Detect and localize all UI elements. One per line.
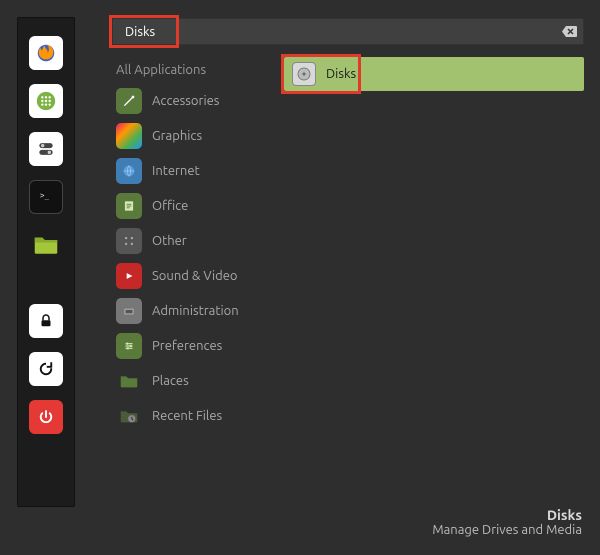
footer-subtitle: Manage Drives and Media [432,523,582,537]
panel-terminal[interactable]: >_ [29,180,63,214]
category-accessories[interactable]: Accessories [112,87,284,115]
result-disks[interactable]: Disks [284,57,584,91]
search-input[interactable] [125,25,562,39]
internet-icon [116,158,142,184]
sound-video-icon [116,263,142,289]
svg-text:>_: >_ [40,191,50,200]
categories-column: All Applications Accessories Graphics [112,57,284,430]
accessories-icon [116,88,142,114]
power-icon [37,408,55,426]
category-administration[interactable]: Administration [112,297,284,325]
app-description: Disks Manage Drives and Media [432,507,582,537]
category-label: Accessories [152,94,219,108]
category-label: Other [152,234,187,248]
panel-files[interactable] [29,228,63,262]
preferences-icon [116,333,142,359]
category-label: Administration [152,304,239,318]
category-label: Places [152,374,189,388]
footer-title: Disks [432,507,582,523]
panel-toggle[interactable] [29,132,63,166]
category-label: Internet [152,164,200,178]
graphics-icon [116,123,142,149]
administration-icon [116,298,142,324]
category-other[interactable]: Other [112,227,284,255]
panel-restart[interactable] [29,352,63,386]
panel-firefox[interactable] [29,36,63,70]
places-icon [116,368,142,394]
lock-icon [37,312,55,330]
recent-icon [116,403,142,429]
category-graphics[interactable]: Graphics [112,122,284,150]
disks-icon [292,62,316,86]
reload-icon [37,360,55,378]
firefox-icon [35,42,57,64]
category-preferences[interactable]: Preferences [112,332,284,360]
folder-icon [31,230,61,260]
categories-header[interactable]: All Applications [112,57,284,87]
category-recent[interactable]: Recent Files [112,402,284,430]
category-places[interactable]: Places [112,367,284,395]
other-icon [116,228,142,254]
category-label: Preferences [152,339,222,353]
category-label: Recent Files [152,409,222,423]
toggle-icon [36,139,56,159]
clear-icon[interactable] [562,25,577,38]
results-column: Disks [284,57,584,430]
panel-apps-grid[interactable] [29,84,63,118]
apps-grid-icon [35,90,57,112]
result-label: Disks [326,67,356,81]
category-label: Sound & Video [152,269,238,283]
category-label: Office [152,199,188,213]
office-icon [116,193,142,219]
panel-lock[interactable] [29,304,63,338]
search-field[interactable] [112,18,584,45]
category-sound-video[interactable]: Sound & Video [112,262,284,290]
category-office[interactable]: Office [112,192,284,220]
terminal-icon: >_ [37,188,55,206]
category-internet[interactable]: Internet [112,157,284,185]
panel-power[interactable] [29,400,63,434]
app-menu: All Applications Accessories Graphics [112,18,584,430]
category-label: Graphics [152,129,202,143]
launcher-panel: >_ [17,17,75,507]
